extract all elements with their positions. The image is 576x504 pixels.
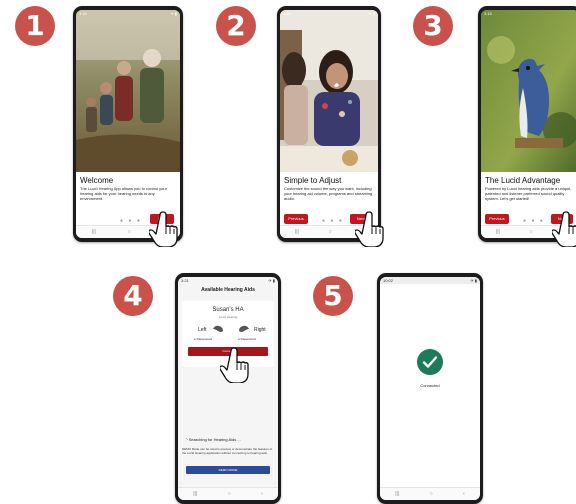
screen-description: Customize the sound the way you want, in… — [284, 186, 373, 201]
page-dots: ● ● ● — [322, 218, 344, 224]
screen-description: Powered by Lucid hearing aids provide a … — [485, 186, 572, 201]
tap-hand-icon — [149, 211, 178, 247]
status-time: 3:15 — [484, 11, 492, 16]
screen-title: Welcome — [80, 176, 114, 185]
phone-2: 3:15 ✈ ▮ Simple to Adjust Customize the — [277, 6, 381, 242]
phone-1: 3:15 ✈ ▮ Welcome The Lucid Hearing App a… — [73, 6, 183, 242]
search-row: ◝ Searching for Hearing Aids ... — [186, 437, 241, 442]
home-icon[interactable]: ○ — [228, 491, 231, 497]
phone-4-screen: 3:21 ✈ ▮ Available Hearing Aids Susan's … — [178, 277, 278, 500]
phone-2-screen: 3:15 ✈ ▮ Simple to Adjust Customize the — [280, 10, 378, 238]
bird-photo — [481, 10, 576, 172]
status-icons: ✈ ▮ — [170, 11, 177, 16]
status-bar: 3:15 ✈ ▮ — [76, 10, 180, 17]
status-bar: 3:15 — [481, 10, 576, 17]
previous-button[interactable]: Previous — [284, 214, 308, 224]
android-nav-bar: ||| ○ ‹ — [178, 487, 278, 500]
screen-title: The Lucid Advantage — [485, 176, 561, 185]
welcome-photo — [76, 10, 180, 172]
demo-mode-button[interactable]: DEMO MODE — [186, 466, 270, 474]
recents-icon[interactable]: ||| — [496, 229, 500, 235]
recents-icon[interactable]: ||| — [395, 491, 399, 497]
home-icon[interactable]: ○ — [329, 229, 332, 235]
demo-note: DEMO Mode can be used to preview or demo… — [182, 447, 273, 455]
status-icons: ✈ ▮ — [268, 278, 275, 283]
phone-3-screen: 3:15 The Lucid Advantage Powered by Luci… — [481, 10, 576, 238]
status-time: 3:15 — [283, 11, 291, 16]
hearing-aid-icon — [239, 325, 249, 332]
check-icon — [417, 349, 443, 375]
left-status-text: Discovered — [196, 337, 212, 341]
adjust-photo — [280, 10, 378, 172]
home-icon[interactable]: ○ — [430, 491, 433, 497]
tap-hand-icon — [220, 347, 249, 383]
hearing-aid-icon — [213, 325, 223, 332]
phone-3: 3:15 The Lucid Advantage Powered by Luci… — [478, 6, 576, 242]
status-time: 3:21 — [181, 278, 189, 283]
recents-icon[interactable]: ||| — [193, 491, 197, 497]
phone-4: 3:21 ✈ ▮ Available Hearing Aids Susan's … — [175, 273, 281, 504]
connected-status: Connected — [420, 383, 440, 388]
tap-hand-icon — [552, 211, 576, 247]
device-brand: Lucid Hearing — [218, 315, 238, 319]
status-icons: ✈ ▮ — [470, 278, 477, 283]
status-time: 3:15 — [79, 11, 87, 16]
page-dots: ● ● ● — [523, 218, 545, 224]
device-name: Susan's HA — [212, 307, 244, 313]
tap-hand-icon — [355, 211, 384, 247]
recents-icon[interactable]: ||| — [92, 229, 96, 235]
left-label: Left — [198, 327, 207, 333]
back-icon[interactable]: ‹ — [261, 491, 263, 497]
phone-5-screen: 10:02 ✈ ▮ Connected ||| ○ ‹ — [380, 277, 480, 500]
spinner-icon: ◝ — [186, 437, 188, 442]
step-badge-4: 4 — [113, 276, 153, 316]
status-time: 10:02 — [383, 278, 394, 283]
phone-5: 10:02 ✈ ▮ Connected ||| ○ ‹ — [377, 273, 483, 504]
back-icon[interactable]: ‹ — [463, 491, 465, 497]
page-dots: ● ● ● — [120, 218, 142, 224]
status-dot-icon: ● — [238, 337, 240, 341]
right-label: Right — [254, 327, 266, 333]
right-status-text: Discovered — [240, 337, 256, 341]
screen-description: The Lucid Hearing App allows you to cont… — [80, 186, 167, 201]
left-status: ● Discovered — [194, 337, 212, 341]
status-bar: 3:15 ✈ ▮ — [280, 10, 378, 17]
step-badge-2: 2 — [216, 6, 256, 46]
android-nav-bar: ||| ○ ‹ — [380, 487, 480, 500]
screen-header: Available Hearing Aids — [201, 287, 255, 293]
step-badge-5: 5 — [313, 276, 353, 316]
step-badge-1: 1 — [15, 6, 55, 46]
status-icons: ✈ ▮ — [368, 11, 375, 16]
phone-1-screen: 3:15 ✈ ▮ Welcome The Lucid Hearing App a… — [76, 10, 180, 238]
status-bar: 10:02 ✈ ▮ — [380, 277, 480, 284]
previous-button[interactable]: Previous — [485, 214, 509, 224]
recents-icon[interactable]: ||| — [295, 229, 299, 235]
right-status: ● Discovered — [238, 337, 256, 341]
step-badge-3: 3 — [413, 6, 453, 46]
status-dot-icon: ● — [194, 337, 196, 341]
status-bar: 3:21 ✈ ▮ — [178, 277, 278, 284]
home-icon[interactable]: ○ — [128, 229, 131, 235]
searching-text: Searching for Hearing Aids ... — [188, 437, 241, 442]
screen-title: Simple to Adjust — [284, 176, 342, 185]
home-icon[interactable]: ○ — [530, 229, 533, 235]
